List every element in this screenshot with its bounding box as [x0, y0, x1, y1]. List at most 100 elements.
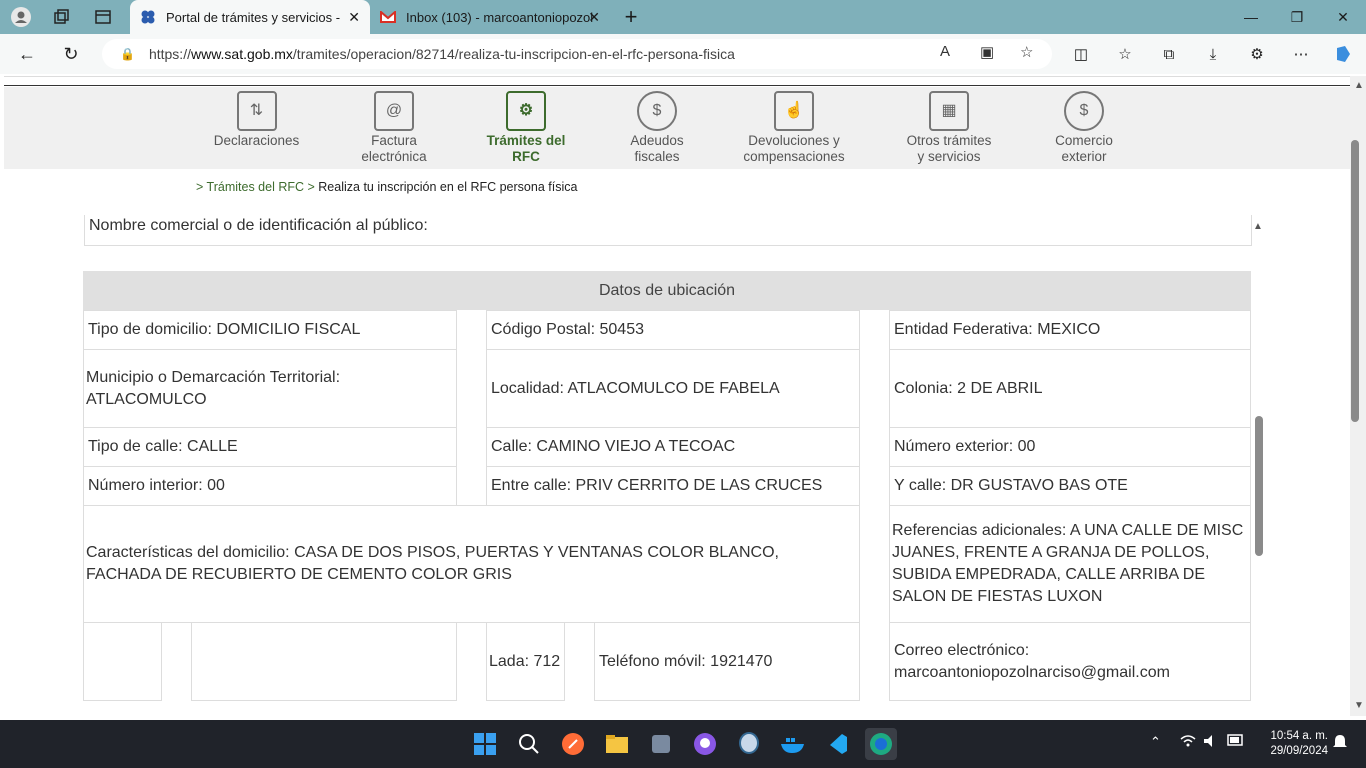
nav-declaraciones[interactable]: ⇅ Declaraciones [204, 87, 309, 169]
back-icon[interactable]: ← [12, 40, 42, 68]
docker-icon[interactable] [777, 728, 809, 760]
tipo-domicilio-cell: Tipo de domicilio: DOMICILIO FISCAL [83, 310, 457, 350]
nav-label: y servicios [917, 149, 981, 164]
divider [4, 85, 1350, 86]
section-header: Datos de ubicación [83, 271, 1251, 310]
scroll-down-icon[interactable]: ▼ [1354, 700, 1364, 711]
nav-label: Comercio [1055, 133, 1113, 148]
inner-scrollbar-thumb[interactable] [1255, 416, 1263, 556]
edge-icon[interactable] [865, 728, 897, 760]
restore-icon[interactable]: ❐ [1274, 0, 1320, 34]
empty-cell [83, 622, 162, 701]
num-exterior-cell: Número exterior: 00 [889, 427, 1251, 467]
postgresql-icon[interactable] [733, 728, 765, 760]
chevron-up-icon[interactable]: ⌃ [1150, 734, 1161, 750]
new-tab-button[interactable]: + [618, 4, 644, 29]
adeudos-icon: $ [637, 91, 677, 131]
entidad-cell: Entidad Federativa: MEXICO [889, 310, 1251, 350]
clock-date: 29/09/2024 [1270, 745, 1328, 757]
tipo-calle-cell: Tipo de calle: CALLE [83, 427, 457, 467]
close-tab-icon[interactable]: ✕ [588, 9, 600, 26]
breadcrumb-current: Realiza tu inscripción en el RFC persona… [318, 180, 578, 194]
copilot-icon[interactable] [1330, 42, 1356, 66]
nav-tramites-rfc[interactable]: ⚙ Trámites del RFC [476, 87, 576, 169]
nav-label: Factura [371, 133, 417, 148]
tab-sat[interactable]: Portal de trámites y servicios - SAT ✕ [130, 0, 370, 34]
calle-cell: Calle: CAMINO VIEJO A TECOAC [486, 427, 860, 467]
sat-nav-bar: ⇅ Declaraciones @ Factura electrónica ⚙ … [4, 87, 1350, 169]
caracteristicas-cell: Características del domicilio: CASA DE D… [83, 505, 860, 623]
page-scrollbar-thumb[interactable] [1351, 140, 1359, 422]
windows-taskbar: ⌃ 10:54 a. m. 29/09/2024 [0, 720, 1366, 768]
comercio-exterior-icon: $ [1064, 91, 1104, 131]
favorite-star-icon[interactable]: ☆ [1020, 43, 1033, 61]
nav-factura[interactable]: @ Factura electrónica [344, 87, 444, 169]
url-host: www.sat.gob.mx [190, 46, 293, 62]
sat-icon [140, 9, 156, 25]
breadcrumb-link[interactable]: > Trámites del RFC > [196, 180, 315, 194]
workspaces-icon[interactable] [48, 5, 74, 29]
entre-calle-cell: Entre calle: PRIV CERRITO DE LAS CRUCES [486, 466, 860, 506]
profile-icon[interactable] [8, 5, 34, 29]
nav-label: Adeudos [630, 133, 684, 148]
read-aloud-icon[interactable]: A [940, 43, 950, 60]
downloads-icon[interactable]: ⤓ [1200, 42, 1226, 66]
nav-devoluciones[interactable]: ☝ Devoluciones y compensaciones [734, 87, 854, 169]
reader-view-icon[interactable]: ▣ [980, 43, 994, 61]
close-window-icon[interactable]: ✕ [1320, 0, 1366, 34]
address-bar[interactable]: 🔒 https://www.sat.gob.mx/tramites/operac… [102, 39, 1052, 69]
tramites-rfc-icon: ⚙ [506, 91, 546, 131]
github-icon[interactable] [689, 728, 721, 760]
scroll-up-icon[interactable]: ▲ [1354, 80, 1364, 91]
tab-gmail[interactable]: Inbox (103) - marcoantoniopozolnarciso@g… [370, 0, 610, 34]
system-clock[interactable]: 10:54 a. m. 29/09/2024 [1258, 729, 1328, 759]
localidad-cell: Localidad: ATLACOMULCO DE FABELA [486, 349, 860, 428]
postman-icon[interactable] [557, 728, 589, 760]
nav-label: compensaciones [743, 149, 845, 164]
browser-tab-bar: Portal de trámites y servicios - SAT ✕ I… [0, 0, 1366, 34]
gmail-icon [380, 9, 396, 25]
url-path: /tramites/operacion/82714/realiza-tu-ins… [292, 46, 735, 62]
otros-tramites-icon: ▦ [929, 91, 969, 131]
factura-icon: @ [374, 91, 414, 131]
tab-title: Portal de trámites y servicios - SAT [166, 9, 342, 25]
nav-label: Otros trámites [906, 133, 992, 148]
extensions-icon[interactable]: ⚙ [1244, 42, 1270, 66]
notifications-icon[interactable] [1333, 734, 1347, 753]
refresh-icon[interactable]: ↻ [56, 40, 86, 68]
nav-otros-tramites[interactable]: ▦ Otros trámites y servicios [894, 87, 1004, 169]
municipio-cell: Municipio o Demarcación Territorial: ATL… [83, 349, 457, 428]
app-icon[interactable] [645, 728, 677, 760]
windows-start-icon[interactable] [469, 728, 501, 760]
telefono-cell: Teléfono móvil: 1921470 [594, 622, 860, 701]
search-icon[interactable] [513, 728, 545, 760]
battery-icon[interactable] [1227, 734, 1245, 749]
nav-label: Trámites del [486, 133, 566, 148]
wifi-icon[interactable] [1180, 734, 1196, 751]
empty-cell [191, 622, 457, 701]
clock-time: 10:54 a. m. [1270, 730, 1328, 742]
y-calle-cell: Y calle: DR GUSTAVO BAS OTE [889, 466, 1251, 506]
tab-actions-icon[interactable] [90, 5, 116, 29]
nav-adeudos[interactable]: $ Adeudos fiscales [607, 87, 707, 169]
devoluciones-icon: ☝ [774, 91, 814, 131]
vscode-icon[interactable] [821, 728, 853, 760]
close-tab-icon[interactable]: ✕ [348, 9, 360, 26]
favorites-icon[interactable]: ☆ [1112, 42, 1138, 66]
breadcrumb: > Trámites del RFC > Realiza tu inscripc… [196, 180, 577, 194]
nav-label: electrónica [361, 149, 427, 164]
referencias-cell: Referencias adicionales: A UNA CALLE DE … [889, 505, 1251, 623]
split-screen-icon[interactable]: ◫ [1068, 42, 1094, 66]
lock-icon: 🔒 [120, 47, 135, 61]
declaraciones-icon: ⇅ [236, 91, 277, 131]
inner-scroll-up-icon[interactable]: ▲ [1253, 221, 1263, 232]
minimize-icon[interactable]: — [1228, 0, 1274, 34]
file-explorer-icon[interactable] [601, 728, 633, 760]
page-viewport: ⇅ Declaraciones @ Factura electrónica ⚙ … [4, 76, 1350, 716]
more-icon[interactable]: ⋯ [1288, 42, 1314, 66]
volume-icon[interactable] [1203, 734, 1219, 751]
nav-label: Devoluciones y [748, 133, 840, 148]
collections-icon[interactable]: ⧉ [1156, 42, 1182, 66]
nav-comercio-exterior[interactable]: $ Comercio exterior [1034, 87, 1134, 169]
nav-label: RFC [512, 149, 540, 164]
